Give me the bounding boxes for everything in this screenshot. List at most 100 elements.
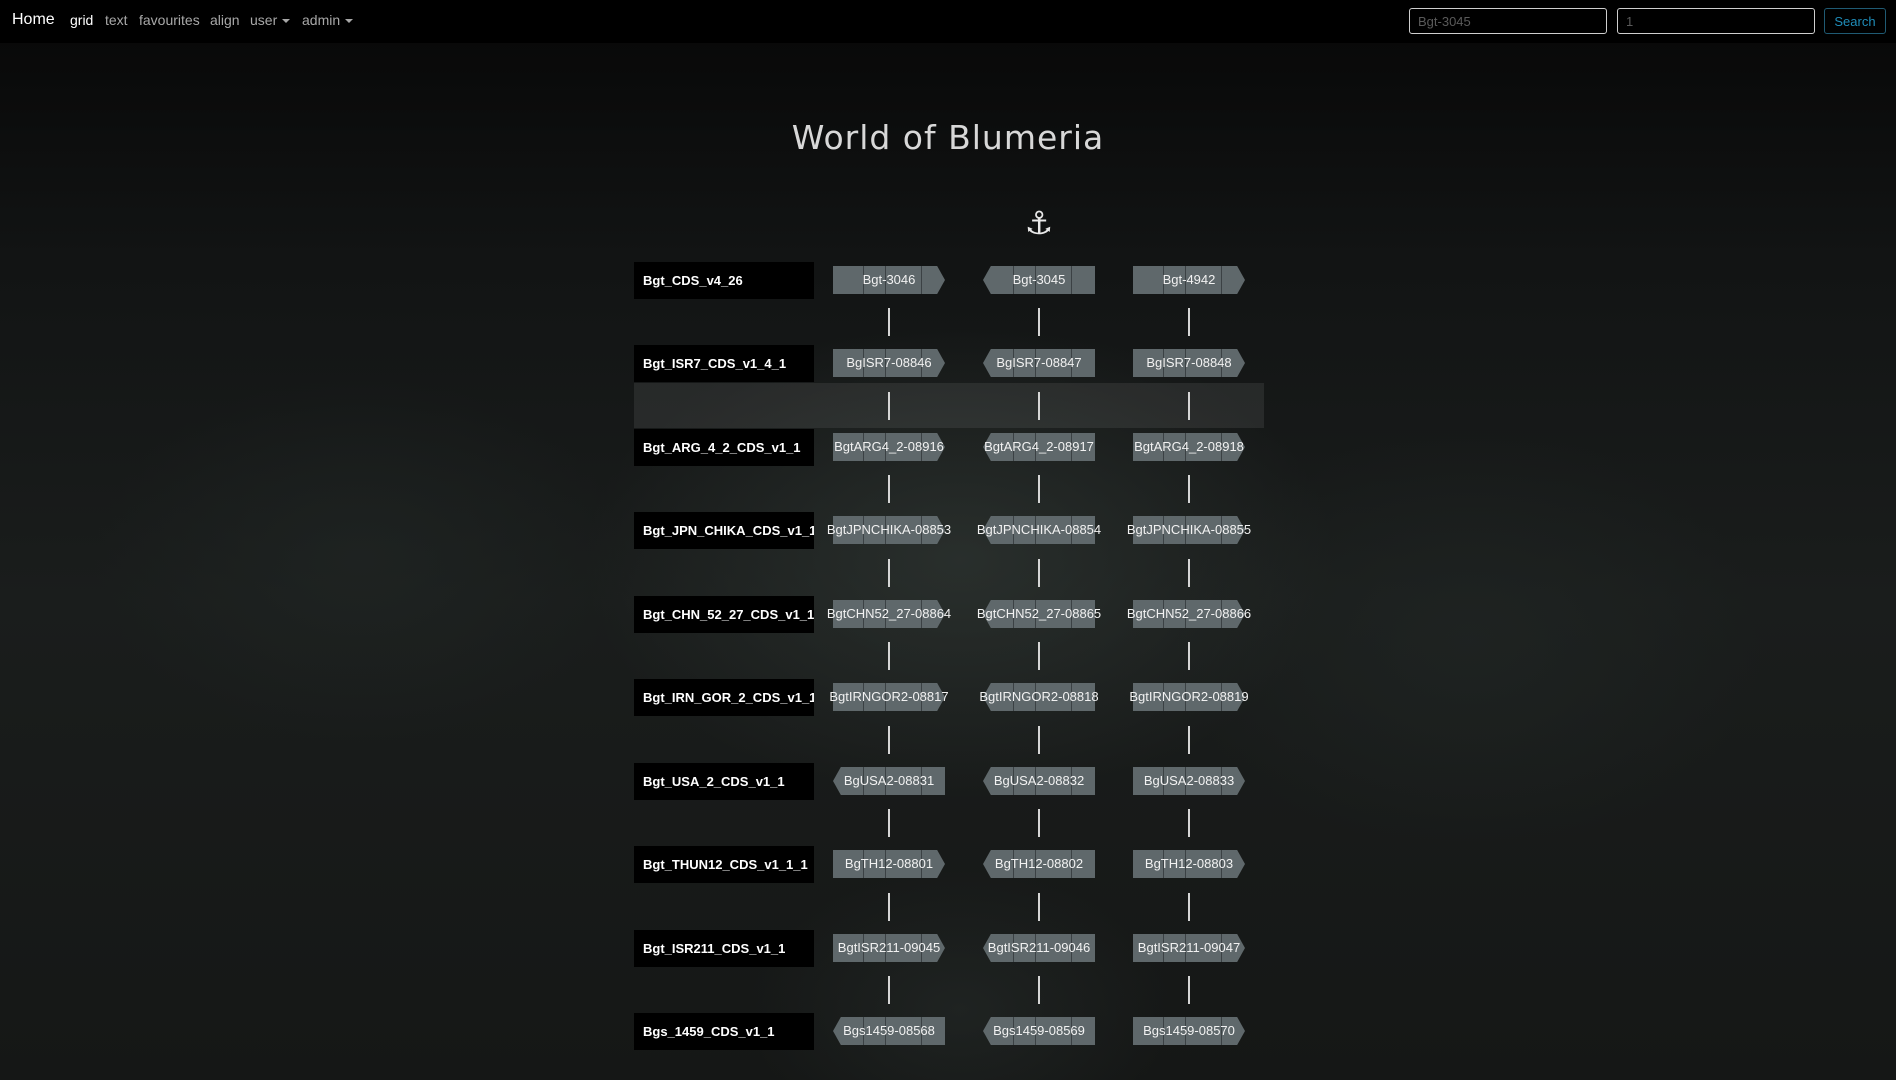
gene-arrow[interactable]: BgUSA2-08831	[809, 767, 969, 795]
gene-arrow[interactable]: Bgt-3046	[809, 266, 969, 294]
gene-arrow[interactable]: BgISR7-08846	[809, 349, 969, 377]
gene-arrow[interactable]: BgISR7-08847	[959, 349, 1119, 377]
gene-arrow[interactable]: BgtCHN52_27-08864	[809, 600, 969, 628]
gene-id-label: BgtARG4_2-08917	[984, 439, 1094, 454]
nav-align[interactable]: align	[210, 12, 240, 28]
gene-arrow[interactable]: BgTH12-08803	[1109, 850, 1269, 878]
gene-arrow[interactable]: BgTH12-08801	[809, 850, 969, 878]
gene-arrow[interactable]: BgUSA2-08833	[1109, 767, 1269, 795]
nav-text[interactable]: text	[105, 12, 128, 28]
nav-user-label: user	[250, 12, 278, 28]
synteny-connector	[1038, 475, 1040, 503]
home-link[interactable]: Home	[12, 11, 55, 29]
genome-row-label: Bgt_ISR211_CDS_v1_1	[634, 930, 814, 967]
exon-boundary	[921, 266, 922, 294]
gene-arrow[interactable]: BgtJPNCHIKA-08855	[1109, 516, 1269, 544]
synteny-connector	[888, 391, 890, 420]
synteny-connector	[1188, 642, 1190, 670]
gene-id-label: BgtCHN52_27-08866	[1126, 606, 1252, 621]
nav-favourites[interactable]: favourites	[139, 12, 200, 28]
gene-arrow[interactable]: BgtISR211-09047	[1109, 934, 1269, 962]
gene-id-label: Bgt-3045	[1012, 272, 1066, 287]
synteny-connector	[1038, 809, 1040, 837]
gene-id-label: BgtCHN52_27-08865	[976, 606, 1102, 621]
anchor-icon[interactable]: ⚓	[1023, 203, 1055, 243]
gene-id-label: BgISR7-08847	[996, 355, 1082, 370]
gene-arrow[interactable]: BgtJPNCHIKA-08854	[959, 516, 1119, 544]
gene-arrow[interactable]: BgtARG4_2-08917	[959, 433, 1119, 461]
gene-id-label: BgtJPNCHIKA-08853	[826, 522, 952, 537]
gene-arrow[interactable]: BgtIRNGOR2-08819	[1109, 683, 1269, 711]
search-button[interactable]: Search	[1824, 8, 1886, 34]
synteny-connector	[1188, 809, 1190, 837]
synteny-connector	[1188, 308, 1190, 336]
synteny-connector	[1188, 725, 1190, 754]
gene-id-label: BgTH12-08802	[994, 856, 1084, 871]
gene-id-label: BgISR7-08846	[846, 355, 932, 370]
synteny-connector	[1038, 976, 1040, 1004]
genome-row-label: Bgt_USA_2_CDS_v1_1	[634, 763, 814, 800]
genome-row-label: Bgt_IRN_GOR_2_CDS_v1_1	[634, 679, 814, 716]
gene-arrow[interactable]: BgTH12-08802	[959, 850, 1119, 878]
gene-arrow[interactable]: BgtISR211-09046	[959, 934, 1119, 962]
gene-arrow[interactable]: BgtARG4_2-08916	[809, 433, 969, 461]
synteny-connector	[1038, 725, 1040, 754]
gene-arrow[interactable]: BgISR7-08848	[1109, 349, 1269, 377]
gene-id-label: BgTH12-08801	[844, 856, 934, 871]
gene-arrow[interactable]: Bgs1459-08568	[809, 1017, 969, 1045]
gene-arrow[interactable]: BgtIRNGOR2-08817	[809, 683, 969, 711]
gene-arrow[interactable]: Bgt-3045	[959, 266, 1119, 294]
synteny-connector	[1038, 308, 1040, 336]
gene-arrow[interactable]: BgUSA2-08832	[959, 767, 1119, 795]
gene-arrow[interactable]: BgtARG4_2-08918	[1109, 433, 1269, 461]
synteny-connector	[888, 308, 890, 336]
neighbour-count-input[interactable]	[1617, 8, 1815, 34]
gene-id-label: BgUSA2-08833	[1143, 773, 1235, 788]
gene-arrow[interactable]: BgtISR211-09045	[809, 934, 969, 962]
chevron-down-icon	[282, 19, 291, 24]
gene-search-input[interactable]	[1409, 8, 1607, 34]
gene-arrow[interactable]: BgtIRNGOR2-08818	[959, 683, 1119, 711]
gene-id-label: BgUSA2-08832	[993, 773, 1085, 788]
genome-row-label: Bgt_ARG_4_2_CDS_v1_1	[634, 429, 814, 466]
synteny-connector	[1038, 558, 1040, 587]
gene-arrow[interactable]: BgtCHN52_27-08865	[959, 600, 1119, 628]
genome-row-label: Bgs_1459_CDS_v1_1	[634, 1013, 814, 1050]
synteny-connector	[888, 475, 890, 503]
synteny-connector	[888, 558, 890, 587]
nav-admin-dropdown[interactable]: admin	[302, 12, 354, 28]
genome-row-label: Bgt_THUN12_CDS_v1_1_1	[634, 846, 814, 883]
gene-arrow[interactable]: BgtCHN52_27-08866	[1109, 600, 1269, 628]
gene-arrow[interactable]: Bgs1459-08570	[1109, 1017, 1269, 1045]
synteny-connector	[1038, 642, 1040, 670]
chevron-down-icon	[345, 19, 354, 24]
gene-id-label: Bgt-3046	[862, 272, 916, 287]
gene-id-label: BgtJPNCHIKA-08854	[976, 522, 1102, 537]
synteny-connector	[888, 809, 890, 837]
synteny-connector	[1188, 558, 1190, 587]
gene-id-label: BgTH12-08803	[1144, 856, 1234, 871]
gene-id-label: BgtIRNGOR2-08818	[979, 689, 1099, 704]
synteny-connector	[1038, 892, 1040, 921]
nav-grid[interactable]: grid	[70, 12, 93, 28]
synteny-connector	[888, 892, 890, 921]
genome-row-label: Bgt_CDS_v4_26	[634, 262, 814, 299]
synteny-connector	[888, 725, 890, 754]
gene-id-label: BgtIRNGOR2-08817	[829, 689, 949, 704]
gene-id-label: BgUSA2-08831	[843, 773, 935, 788]
synteny-connector	[1188, 976, 1190, 1004]
gene-id-label: BgtISR211-09046	[987, 940, 1091, 955]
gene-arrow[interactable]: Bgt-4942	[1109, 266, 1269, 294]
gene-arrow[interactable]: BgtJPNCHIKA-08853	[809, 516, 969, 544]
gene-id-label: Bgs1459-08568	[843, 1023, 935, 1038]
synteny-connector	[1038, 391, 1040, 420]
nav-user-dropdown[interactable]: user	[250, 12, 291, 28]
gene-arrow[interactable]: Bgs1459-08569	[959, 1017, 1119, 1045]
gene-id-label: BgtJPNCHIKA-08855	[1126, 522, 1252, 537]
synteny-connector	[1188, 892, 1190, 921]
exon-boundary	[1221, 266, 1222, 294]
gene-id-label: BgtARG4_2-08918	[1134, 439, 1244, 454]
synteny-connector	[1188, 391, 1190, 420]
gene-id-label: Bgt-4942	[1162, 272, 1216, 287]
genome-row-label: Bgt_CHN_52_27_CDS_v1_1	[634, 596, 814, 633]
